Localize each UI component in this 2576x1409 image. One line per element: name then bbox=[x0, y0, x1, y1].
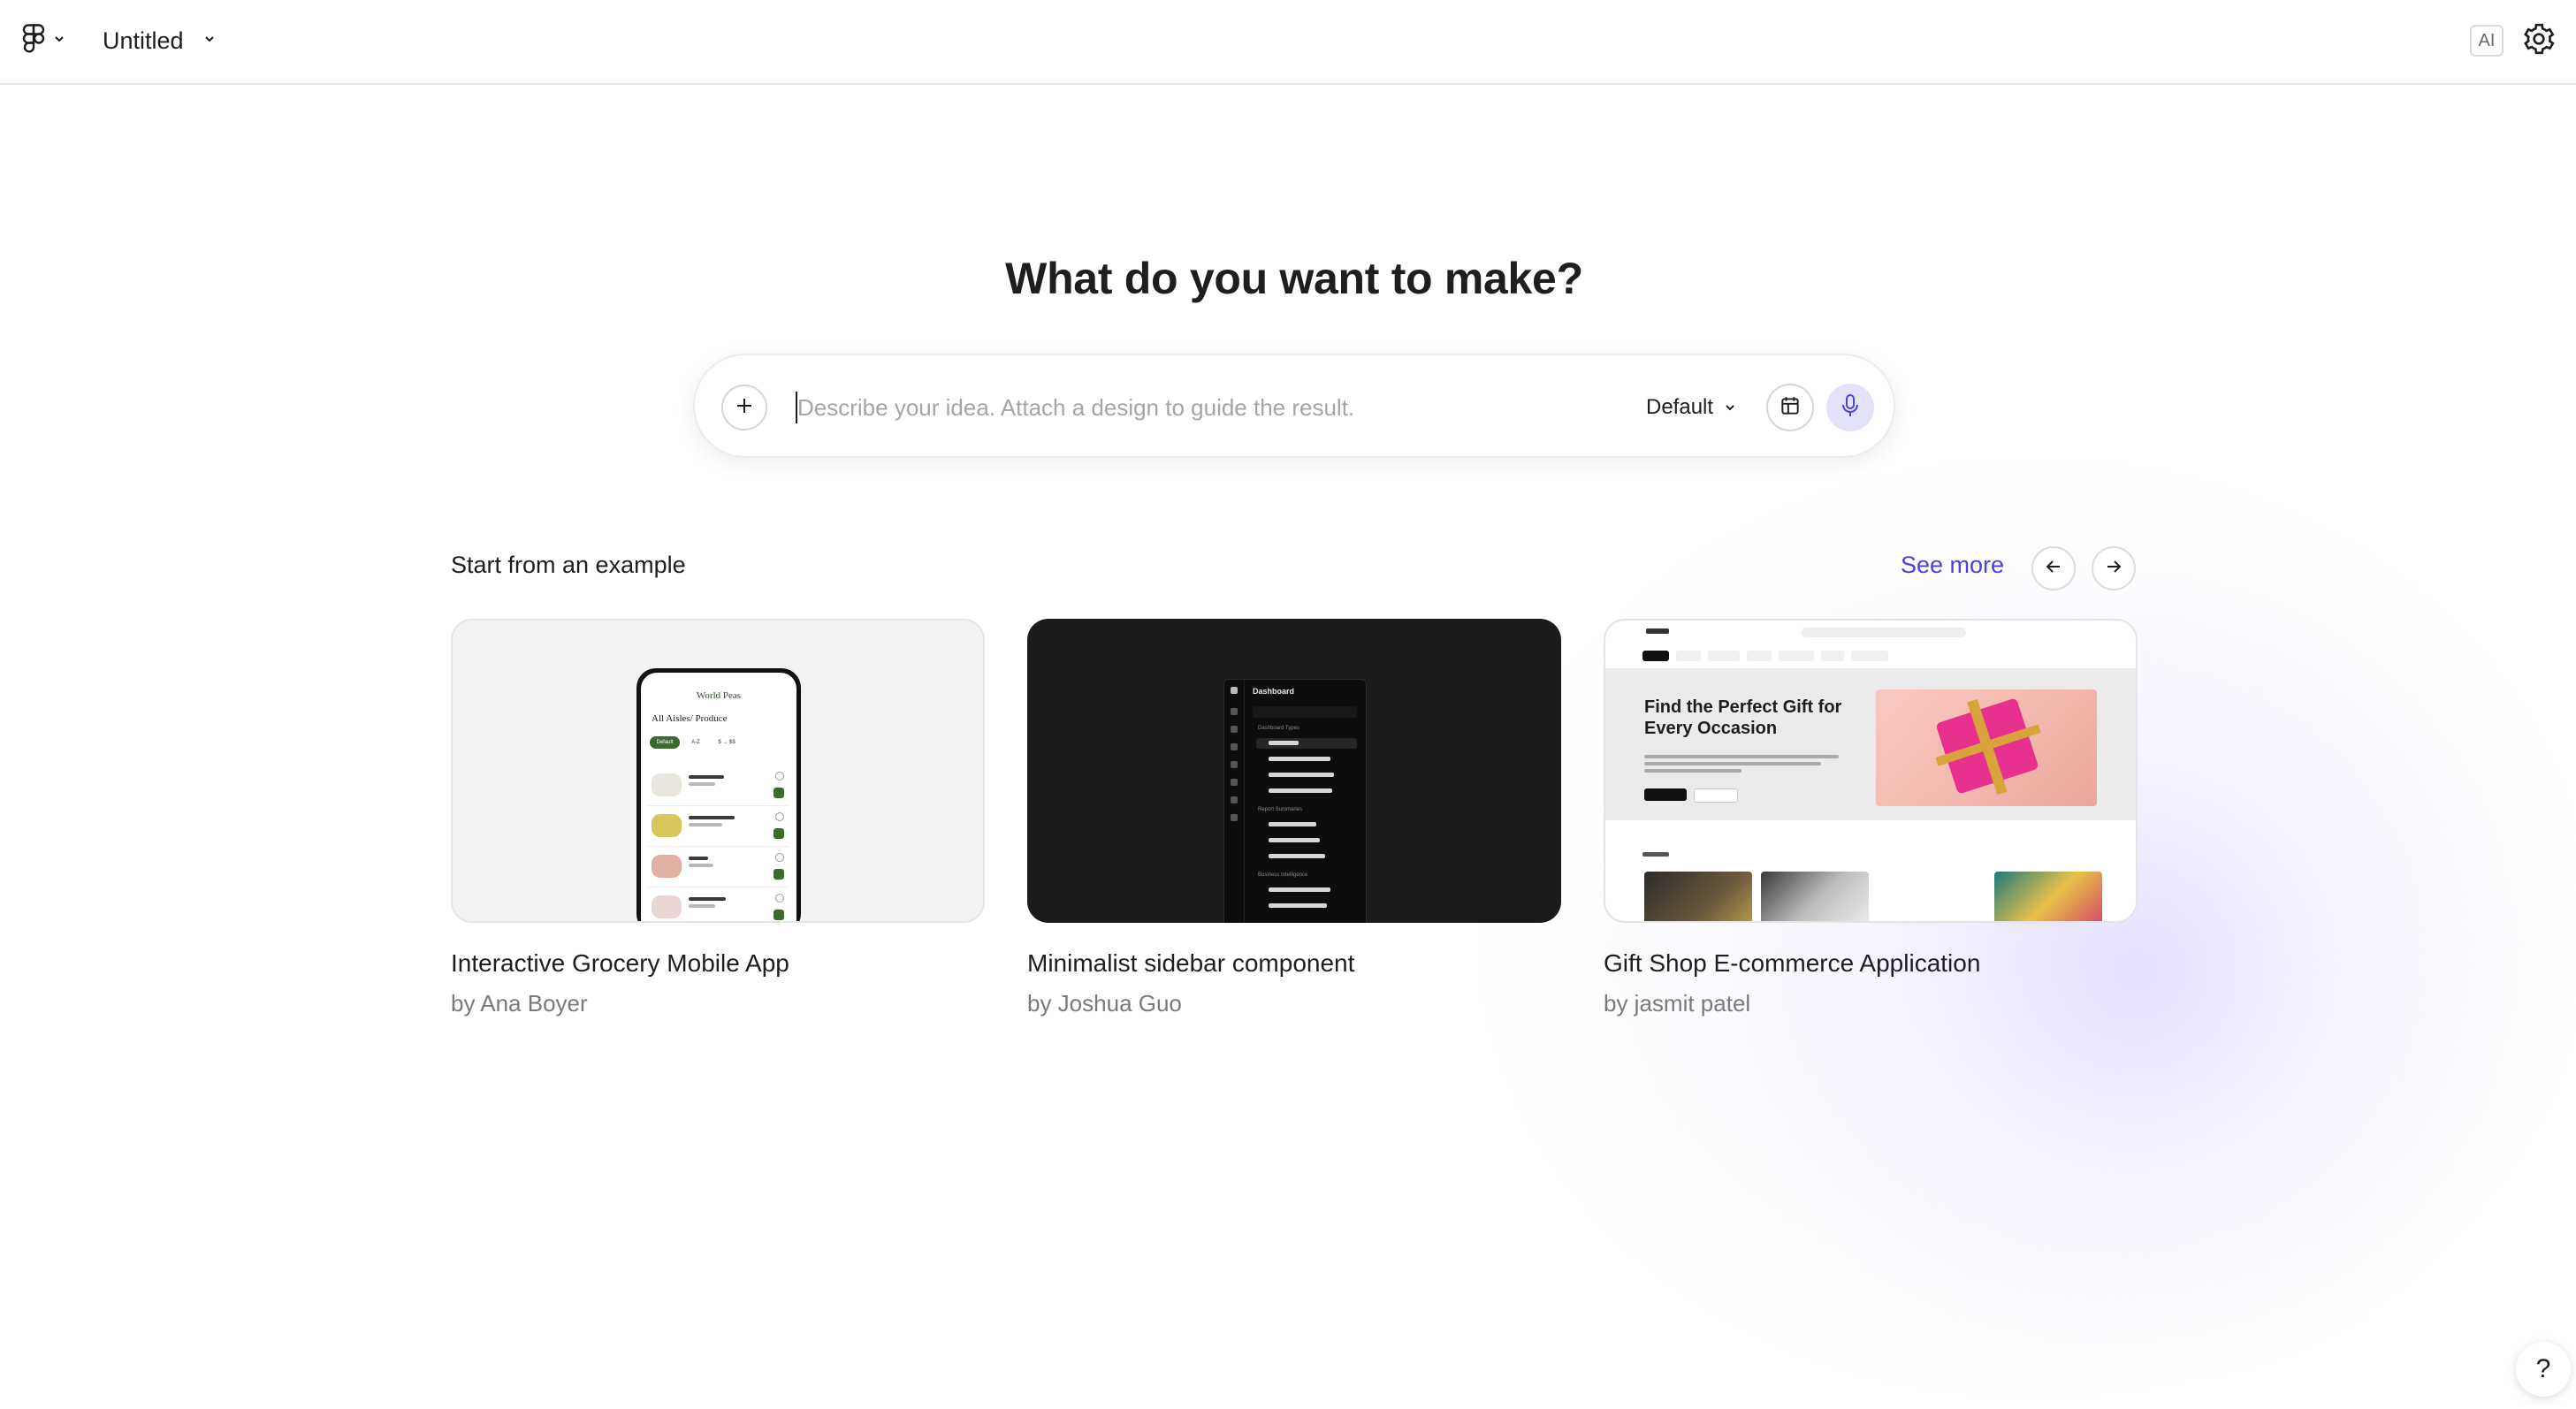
mockup-brand: World Peas bbox=[696, 690, 742, 701]
mockup-headline: Find the Perfect Gift for Every Occasion bbox=[1644, 697, 1842, 738]
prompt-box: Default bbox=[693, 354, 1895, 458]
mockup-chip: Default bbox=[650, 736, 680, 749]
chevron-down-icon bbox=[53, 33, 65, 50]
file-name: Untitled bbox=[103, 27, 184, 54]
next-button[interactable] bbox=[2092, 546, 2136, 590]
mockup-list-item bbox=[648, 888, 789, 921]
model-select[interactable]: Default bbox=[1646, 389, 1736, 426]
card-thumbnail: Find the Perfect Gift for Every Occasion bbox=[1604, 619, 2138, 923]
gift-image bbox=[1876, 689, 2097, 806]
figma-logo-icon bbox=[21, 23, 46, 58]
voice-input-button[interactable] bbox=[1826, 384, 1874, 431]
prompt-input[interactable] bbox=[797, 382, 1575, 433]
mockup-chip: $ → $$ bbox=[718, 740, 735, 745]
example-card-grocery[interactable]: World Peas All Aisles/ Produce Default A… bbox=[451, 619, 985, 1017]
mockup-section: Business Intelligence bbox=[1258, 872, 1308, 878]
model-select-label: Default bbox=[1646, 395, 1714, 419]
add-attachment-button[interactable] bbox=[721, 385, 767, 430]
card-author: by Ana Boyer bbox=[451, 990, 588, 1017]
mockup-list-item bbox=[648, 848, 789, 887]
mockup-list-item bbox=[648, 807, 789, 847]
phone-mockup: World Peas All Aisles/ Produce Default A… bbox=[636, 668, 801, 921]
chevron-down-icon bbox=[1724, 395, 1736, 420]
top-bar: Untitled AI bbox=[0, 0, 2576, 85]
card-title: Interactive Grocery Mobile App bbox=[451, 949, 789, 977]
page-title: What do you want to make? bbox=[1005, 254, 1583, 303]
microphone-icon bbox=[1840, 393, 1861, 423]
card-author: by jasmit patel bbox=[1604, 990, 1751, 1017]
card-title: Gift Shop E-commerce Application bbox=[1604, 949, 1981, 977]
help-button[interactable]: ? bbox=[2516, 1342, 2571, 1397]
sidebar-mockup: Dashboard Dashboard Types Report Summari… bbox=[1223, 679, 1367, 923]
example-card-sidebar[interactable]: Dashboard Dashboard Types Report Summari… bbox=[1027, 619, 1561, 1017]
card-thumbnail: Dashboard Dashboard Types Report Summari… bbox=[1027, 619, 1561, 923]
chevron-down-icon bbox=[203, 33, 216, 50]
see-more-link[interactable]: See more bbox=[1901, 552, 2004, 579]
attach-design-button[interactable] bbox=[1766, 384, 1814, 431]
example-card-gift-shop[interactable]: Find the Perfect Gift for Every Occasion… bbox=[1604, 619, 2138, 1017]
file-name-menu[interactable]: Untitled bbox=[103, 23, 216, 58]
mockup-chip: A-Z bbox=[691, 740, 700, 745]
previous-button[interactable] bbox=[2031, 546, 2076, 590]
card-thumbnail: World Peas All Aisles/ Produce Default A… bbox=[451, 619, 985, 923]
mockup-section: Report Summaries bbox=[1258, 807, 1303, 812]
arrow-left-icon bbox=[2044, 557, 2063, 581]
arrow-right-icon bbox=[2104, 557, 2123, 581]
ai-badge[interactable]: AI bbox=[2470, 25, 2504, 57]
settings-gear-icon[interactable] bbox=[2521, 21, 2557, 61]
plus-icon bbox=[734, 395, 755, 421]
mockup-breadcrumb: All Aisles/ Produce bbox=[652, 713, 728, 724]
card-title: Minimalist sidebar component bbox=[1027, 949, 1355, 977]
card-author: by Joshua Guo bbox=[1027, 990, 1182, 1017]
examples-heading: Start from an example bbox=[451, 552, 686, 578]
frame-icon bbox=[1779, 394, 1802, 422]
mockup-list-item bbox=[648, 766, 789, 806]
mockup-section: Dashboard Types bbox=[1258, 726, 1299, 731]
mockup-title: Dashboard bbox=[1253, 687, 1295, 696]
main-menu-button[interactable] bbox=[21, 23, 65, 58]
